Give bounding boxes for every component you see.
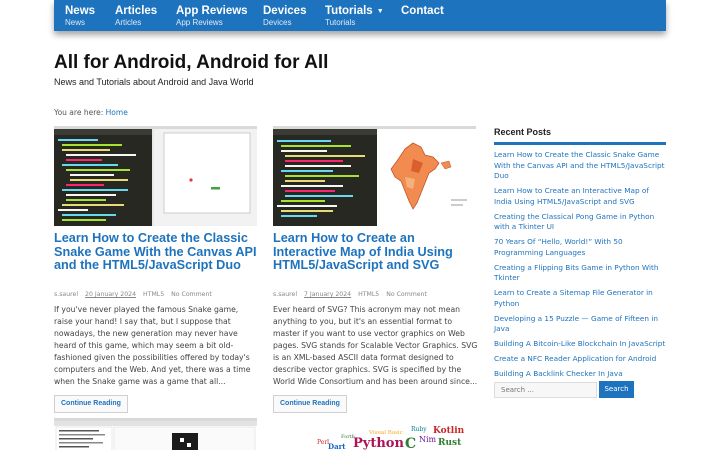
search-input[interactable]: [494, 382, 597, 398]
breadcrumb-home-link[interactable]: Home: [106, 108, 128, 117]
post-date[interactable]: 20 January 2024: [85, 291, 136, 298]
recent-posts-heading: Recent Posts: [494, 127, 552, 137]
nav-item-label: Contact: [401, 5, 444, 17]
category-link[interactable]: HTML5: [358, 291, 379, 298]
search-button[interactable]: Search: [599, 381, 634, 398]
word-cloud-word: Dart: [328, 442, 346, 450]
word-cloud-word: Ruby: [411, 426, 427, 433]
post-meta: s.saurel 7 January 2024 HTML5 No Comment: [273, 291, 432, 298]
snake-game-screenshot: [54, 129, 257, 226]
recent-post-link[interactable]: Create a NFC Reader Application for Andr…: [494, 354, 669, 365]
nav-item-news[interactable]: News News: [65, 5, 95, 28]
nav-item-label: Tutorials: [325, 5, 373, 17]
nav-item-sublabel: App Reviews: [176, 18, 223, 27]
nav-item-app-reviews[interactable]: App Reviews App Reviews: [176, 5, 248, 28]
post-title[interactable]: Learn How to Create an Interactive Map o…: [273, 231, 476, 273]
word-cloud-word: Kotlin: [433, 426, 465, 436]
author-link[interactable]: s.saurel: [273, 291, 297, 298]
breadcrumb-prefix: You are here:: [54, 108, 104, 117]
recent-post-link[interactable]: Building A Backlink Checker In Java: [494, 369, 669, 380]
recent-posts-list: Learn How to Create the Classic Snake Ga…: [494, 150, 669, 384]
nav-item-tutorials[interactable]: Tutorials ▼ Tutorials: [325, 5, 384, 28]
nav-item-label: Articles: [115, 5, 158, 17]
author-link[interactable]: s.saurel: [54, 291, 78, 298]
category-link[interactable]: HTML5: [143, 291, 164, 298]
code-editor-screenshot: [54, 421, 257, 450]
recent-post-link[interactable]: Developing a 15 Puzzle — Game of Fifteen…: [494, 314, 669, 335]
word-cloud-word: C: [405, 436, 416, 450]
chevron-down-icon: ▼: [376, 8, 384, 15]
india-map-screenshot: [273, 129, 476, 226]
recent-post-link[interactable]: 70 Years Of “Hello, World!” With 50 Prog…: [494, 237, 669, 258]
continue-reading-button[interactable]: Continue Reading: [273, 395, 347, 413]
post-meta: s.saurel 20 January 2024 HTML5 No Commen…: [54, 291, 217, 298]
recent-post-link[interactable]: Learn How to Create an Interactive Map o…: [494, 186, 669, 207]
word-cloud-word: Python: [353, 436, 404, 450]
word-cloud-word: Rust: [438, 438, 462, 448]
site-title[interactable]: All for Android, Android for All: [54, 52, 328, 74]
recent-post-link[interactable]: Creating a Flipping Bits Game in Python …: [494, 263, 669, 284]
post-excerpt: If you've never played the famous Snake …: [54, 305, 251, 386]
recent-post-link[interactable]: Creating the Classical Pong Game in Pyth…: [494, 212, 669, 233]
breadcrumb: You are here: Home: [54, 108, 128, 117]
post-thumbnail-snake[interactable]: [54, 126, 257, 226]
nav-item-articles[interactable]: Articles Articles: [115, 5, 157, 28]
recent-post-link[interactable]: Learn How to Create the Classic Snake Ga…: [494, 150, 669, 182]
nav-item-label: News: [65, 5, 96, 17]
nav-item-sublabel: Tutorials: [325, 18, 356, 27]
recent-posts-divider: [494, 142, 666, 145]
site-description: News and Tutorials about Android and Jav…: [54, 77, 254, 87]
nav-item-devices[interactable]: Devices Devices: [263, 5, 306, 28]
language-word-cloud-image: Forth Perl Dart Visual Basic Python C Ni…: [273, 418, 476, 450]
post-title[interactable]: Learn How to Create the Classic Snake Ga…: [54, 231, 257, 273]
post-thumbnail-next-left[interactable]: [54, 418, 257, 450]
recent-post-link[interactable]: Learn to Create a Sitemap File Generator…: [494, 288, 669, 309]
main-navigation: News News Articles Articles App Reviews …: [54, 0, 666, 31]
nav-item-label: App Reviews: [176, 5, 248, 17]
nav-item-sublabel: Devices: [263, 18, 292, 27]
post-thumbnail-next-right[interactable]: Forth Perl Dart Visual Basic Python C Ni…: [273, 418, 476, 450]
post-thumbnail-india-map[interactable]: [273, 126, 476, 226]
recent-post-link[interactable]: Building A Bitcoin-Like Blockchain In Ja…: [494, 339, 669, 350]
nav-item-label: Devices: [263, 5, 307, 17]
post-date[interactable]: 7 January 2024: [304, 291, 351, 298]
post-excerpt: Ever heard of SVG? This acronym may not …: [273, 305, 478, 386]
word-cloud-word: Nim: [419, 435, 437, 444]
nav-item-sublabel: Articles: [115, 18, 142, 27]
nav-item-sublabel: News: [65, 18, 86, 27]
continue-reading-button[interactable]: Continue Reading: [54, 395, 128, 413]
comments-link[interactable]: No Comment: [386, 291, 427, 298]
comments-link[interactable]: No Comment: [171, 291, 212, 298]
nav-item-contact[interactable]: Contact: [401, 5, 444, 18]
